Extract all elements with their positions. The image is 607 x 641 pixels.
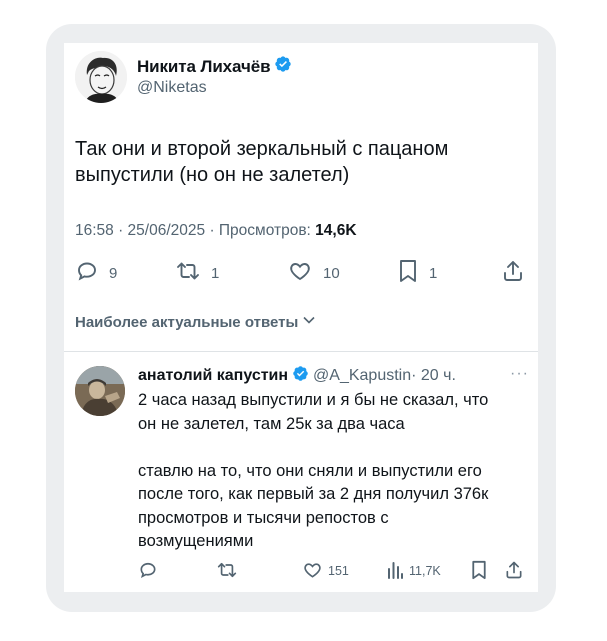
reply-text-line: после того, как первый за 2 дня получил … — [138, 485, 489, 503]
tweet-meta: 16:58 · 25/06/2025 · Просмотров: 14,6K — [75, 222, 357, 240]
sort-replies-dropdown[interactable]: Наиболее актуальные ответы — [75, 313, 316, 331]
more-options-icon[interactable]: ··· — [510, 365, 529, 383]
share-icon — [501, 259, 525, 287]
verified-badge-icon — [292, 365, 309, 387]
chevron-down-icon — [302, 313, 316, 331]
retweet-icon — [175, 259, 201, 287]
analytics-icon — [386, 560, 404, 583]
reply-text: 2 часа назад выпустили и я бы не сказал,… — [138, 389, 528, 554]
reply-text-line: он не залетел, там 25к за два часа — [138, 414, 405, 433]
share-icon — [504, 560, 524, 583]
reply-views-count: 11,7K — [409, 564, 441, 578]
reply-like-button[interactable]: 151 — [302, 558, 349, 584]
like-count: 10 — [323, 264, 340, 282]
like-icon — [302, 560, 323, 583]
tweet-text-line: выпустили (но он не залетел) — [75, 164, 350, 186]
views-count: 14,6K — [315, 222, 357, 239]
reply-icon — [138, 560, 158, 583]
author-handle[interactable]: @Niketas — [137, 79, 207, 97]
reply-retweet-button[interactable] — [216, 558, 243, 584]
retweet-count: 1 — [211, 264, 220, 282]
verified-badge-icon — [274, 55, 292, 78]
retweet-icon — [216, 560, 238, 583]
reply-text-line: возмущениями — [138, 532, 254, 550]
share-button[interactable] — [501, 258, 525, 288]
like-button[interactable]: 10 — [287, 258, 340, 288]
bookmark-icon — [470, 559, 488, 584]
reply-icon — [75, 259, 99, 287]
like-icon — [287, 259, 313, 287]
divider — [64, 351, 538, 352]
sort-replies-label: Наиболее актуальные ответы — [75, 313, 299, 331]
reply-like-count: 151 — [328, 564, 349, 578]
tweet-card: Никита Лихачёв @Niketas Так они и второй… — [64, 43, 538, 592]
reply-bookmark-button[interactable] — [470, 558, 488, 584]
author-name[interactable]: Никита Лихачёв — [137, 55, 292, 78]
bookmark-count: 1 — [429, 264, 438, 282]
retweet-button[interactable]: 1 — [175, 258, 219, 288]
reply-author-name[interactable]: анатолий капустин — [138, 367, 288, 385]
author-name-text: Никита Лихачёв — [137, 56, 271, 76]
tweet-actions: 9 1 10 1 — [75, 258, 527, 288]
reply-share-button[interactable] — [504, 558, 524, 584]
reply-count: 9 — [109, 264, 118, 282]
bookmark-icon — [397, 258, 419, 288]
reply-actions: 151 11,7K — [138, 558, 530, 584]
reply-button[interactable]: 9 — [75, 258, 117, 288]
author-avatar[interactable] — [75, 51, 127, 103]
reply-author-avatar[interactable] — [75, 366, 125, 416]
reply-views-button[interactable]: 11,7K — [386, 558, 441, 584]
tweet-text-line: Так они и второй зеркальный с пацаном — [75, 138, 449, 160]
reply-author-handle[interactable]: @A_Kapustin — [313, 367, 411, 385]
bookmark-button[interactable]: 1 — [397, 258, 437, 288]
reply-reply-button[interactable] — [138, 558, 163, 584]
reply-timestamp[interactable]: · 20 ч. — [411, 367, 456, 385]
reply-text-line: ставлю на то, что они сняли и выпустили … — [138, 461, 482, 480]
tweet-timestamp[interactable]: 16:58 · 25/06/2025 · Просмотров: — [75, 222, 315, 239]
reply-text-line: просмотров и тысячи репостов с — [138, 508, 389, 527]
reply-header: анатолий капустин @A_Kapustin · 20 ч. — [138, 365, 456, 387]
reply-text-line: 2 часа назад выпустили и я бы не сказал,… — [138, 391, 489, 409]
tweet-text: Так они и второй зеркальный с пацаном вы… — [75, 136, 515, 188]
